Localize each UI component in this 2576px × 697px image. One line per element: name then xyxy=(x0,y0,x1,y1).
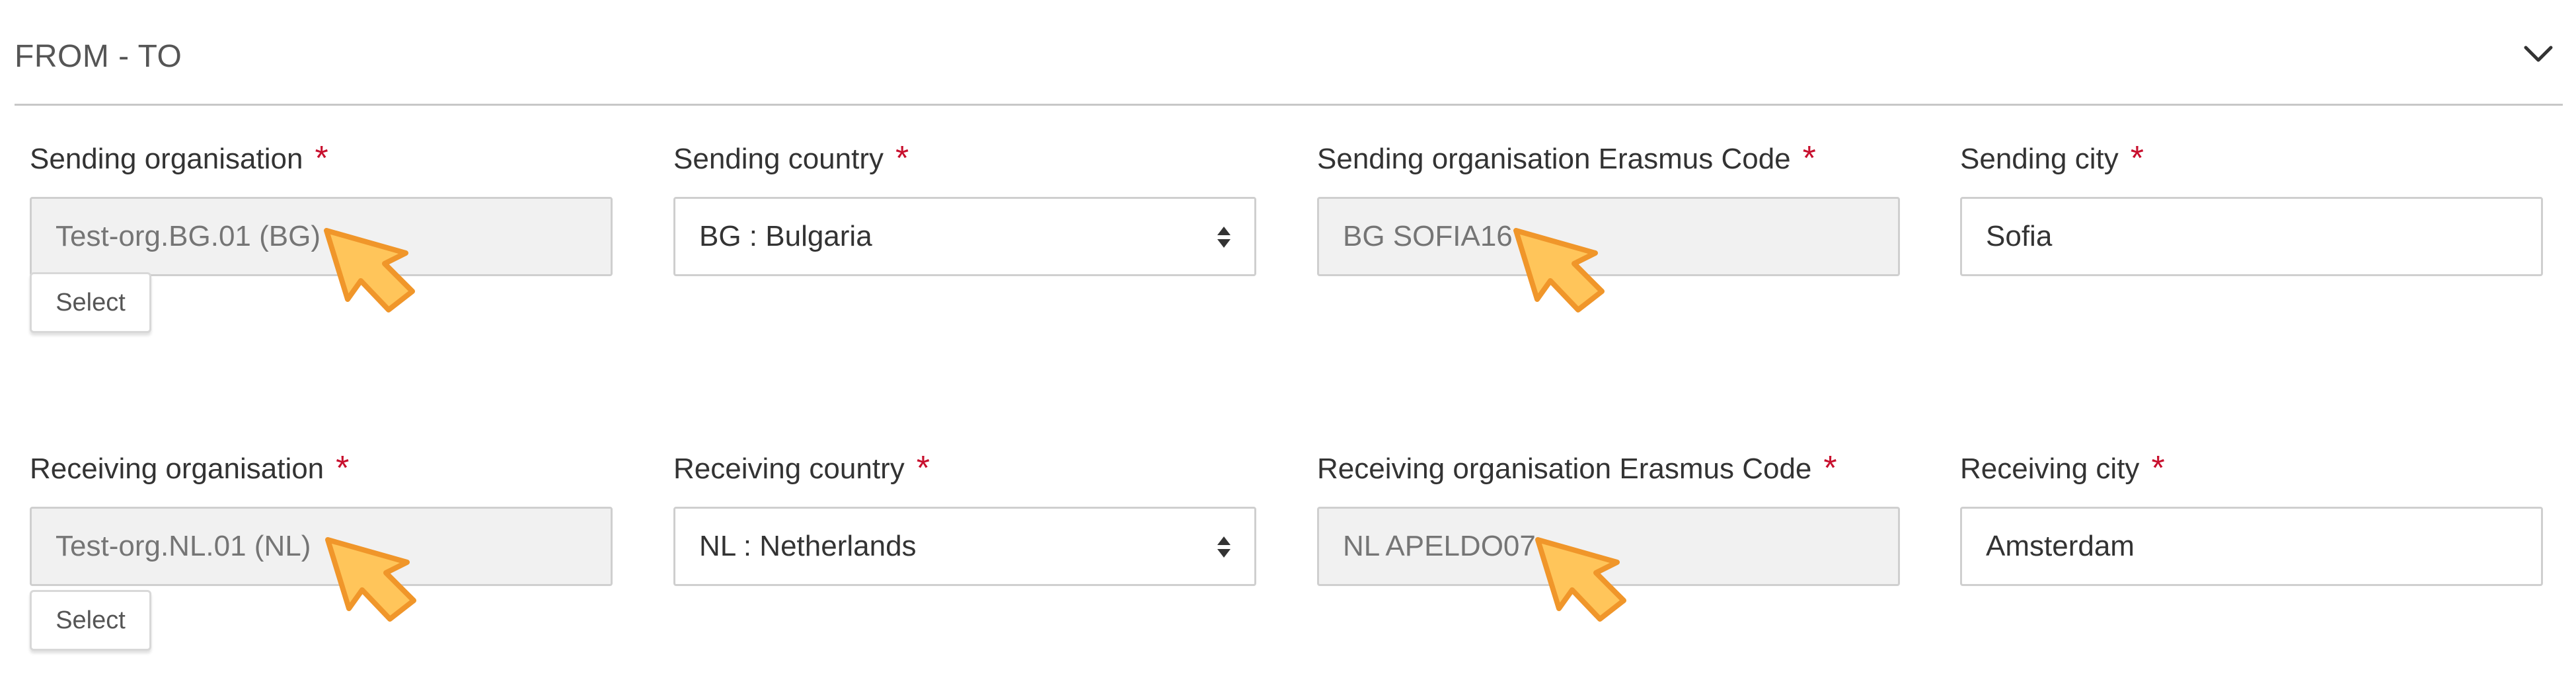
select-arrows-icon xyxy=(1217,227,1231,248)
receiving-organisation-input[interactable]: Test-org.NL.01 (NL) xyxy=(30,507,613,586)
receiving-country-select[interactable]: NL : Netherlands xyxy=(673,507,1256,586)
pointer-arrow-icon xyxy=(324,228,415,312)
required-marker: * xyxy=(2151,449,2165,488)
receiving-organisation-label: Receiving organisation xyxy=(30,453,324,485)
sending-organisation-field: Sending organisation * Test-org.BG.01 (BG… xyxy=(30,139,613,276)
required-marker: * xyxy=(895,139,909,178)
sending-organisation-select-button[interactable]: Select xyxy=(30,272,151,333)
sending-city-input[interactable]: Sofia xyxy=(1960,197,2543,276)
section-title: FROM - TO xyxy=(15,39,182,74)
receiving-organisation-field: Receiving organisation * Test-org.NL.01 (… xyxy=(30,449,613,586)
required-marker: * xyxy=(315,139,328,178)
sending-country-value: BG : Bulgaria xyxy=(699,220,872,252)
sending-organisation-label: Sending organisation xyxy=(30,143,303,175)
required-marker: * xyxy=(2130,139,2144,178)
sending-erasmus-code-label: Sending organisation Erasmus Code xyxy=(1317,143,1791,175)
pointer-arrow-icon xyxy=(1513,228,1605,312)
pointer-arrow-icon xyxy=(1535,537,1626,622)
required-marker: * xyxy=(336,449,350,488)
receiving-city-label: Receiving city xyxy=(1960,453,2140,485)
sending-country-label: Sending country xyxy=(673,143,884,175)
receiving-organisation-select-button[interactable]: Select xyxy=(30,590,151,651)
receiving-city-input[interactable]: Amsterdam xyxy=(1960,507,2543,586)
receiving-city-field: Receiving city * Amsterdam xyxy=(1960,449,2543,586)
section-header[interactable]: FROM - TO xyxy=(15,0,2563,106)
pointer-arrow-icon xyxy=(325,537,416,622)
sending-country-select[interactable]: BG : Bulgaria xyxy=(673,197,1256,276)
receiving-country-label: Receiving country xyxy=(673,453,905,485)
chevron-down-icon[interactable] xyxy=(2523,45,2554,63)
sending-organisation-input[interactable]: Test-org.BG.01 (BG) xyxy=(30,197,613,276)
select-arrows-icon xyxy=(1217,536,1231,558)
sending-country-field: Sending country * BG : Bulgaria xyxy=(673,139,1256,276)
receiving-country-value: NL : Netherlands xyxy=(699,530,917,562)
required-marker: * xyxy=(1802,139,1816,178)
receiving-country-field: Receiving country * NL : Netherlands xyxy=(673,449,1256,586)
receiving-erasmus-code-label: Receiving organisation Erasmus Code xyxy=(1317,453,1812,485)
required-marker: * xyxy=(1823,449,1837,488)
sending-city-label: Sending city xyxy=(1960,143,2119,175)
required-marker: * xyxy=(916,449,930,488)
sending-city-field: Sending city * Sofia xyxy=(1960,139,2543,276)
